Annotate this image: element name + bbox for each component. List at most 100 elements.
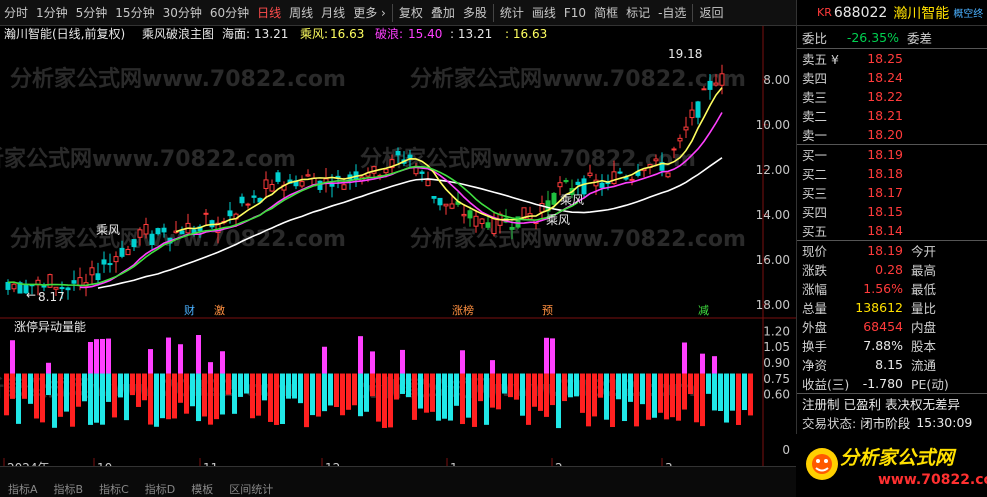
stat-row: 外盘 68454 内盘 — [797, 317, 987, 336]
volume-bar — [664, 373, 669, 420]
asks-row: 卖四 18.24 — [797, 68, 987, 87]
logo-text: 分析家公式网 — [840, 447, 957, 469]
toolbar-item-14[interactable]: 画线 — [528, 0, 560, 26]
toolbar-item-10[interactable]: 复权 — [395, 0, 427, 26]
candle-body — [203, 212, 209, 215]
toolbar-item-15[interactable]: F10 — [560, 0, 590, 26]
stat-row: 总量 138612 量比 — [797, 298, 987, 317]
y-tick-label: 12.00 — [756, 163, 790, 177]
volume-bar — [472, 373, 477, 427]
candle-body — [437, 197, 443, 206]
toolbar-item-8[interactable]: 月线 — [317, 0, 349, 26]
stock-name: 瀚川智能 — [893, 5, 950, 22]
toolbar-item-0[interactable]: 分时 — [0, 0, 32, 26]
ext-tag[interactable]: 概空终 — [949, 5, 983, 20]
volume-spike — [550, 338, 555, 374]
bids-price: 18.15 — [867, 204, 903, 219]
candle-body — [107, 263, 113, 266]
candle-body — [341, 184, 347, 190]
toolbar-item-3[interactable]: 15分钟 — [111, 0, 158, 26]
toolbar-item-13[interactable]: 统计 — [496, 0, 528, 26]
volume-bar — [700, 373, 705, 427]
volume-spike — [166, 337, 171, 374]
candle-body — [431, 196, 437, 199]
volume-bar — [196, 373, 201, 422]
toolbar-item-17[interactable]: 标记 — [622, 0, 654, 26]
asks-label: 卖五 ¥ — [802, 52, 839, 67]
bottom-tab-3[interactable]: 指标D — [137, 467, 183, 497]
stat-row: 换手 7.88% 股本 — [797, 336, 987, 355]
toolbar-item-2[interactable]: 5分钟 — [72, 0, 112, 26]
toolbar-item-19[interactable]: 返回 — [695, 0, 727, 26]
header-text: 破浪: — [375, 26, 403, 41]
asks-price: 18.24 — [867, 70, 903, 85]
stat-value: 8.15 — [875, 357, 903, 372]
volume-bar — [124, 373, 129, 421]
stat-label: 总量 — [802, 301, 828, 316]
candle-body — [713, 82, 719, 86]
candle-body — [131, 239, 137, 248]
asks-row: 卖一 18.20 — [797, 125, 987, 144]
chart-area[interactable]: 分析家公式网www.70822.com 分析家公式网www.70822.com 分析… — [0, 26, 796, 466]
toolbar-item-18[interactable]: -自选 — [654, 0, 690, 26]
candle-body — [695, 101, 701, 118]
asks-row: 卖三 18.22 — [797, 87, 987, 106]
candle-body — [575, 181, 581, 185]
volume-bar — [292, 373, 297, 399]
weibi-label: 委比 — [802, 30, 828, 46]
stat-value: 7.88% — [863, 338, 903, 353]
bottom-tab-1[interactable]: 指标B — [46, 467, 92, 497]
sub-y-tick-label: 1.05 — [763, 340, 790, 354]
bottom-tab-2[interactable]: 指标C — [91, 467, 137, 497]
ask-list: 卖五 ¥ 18.25 卖四 18.24 卖三 18.22 卖二 18.21 卖一 18.20 — [797, 49, 987, 144]
volume-bar — [274, 373, 279, 425]
toolbar-item-6[interactable]: 日线 — [253, 0, 285, 26]
bottom-tab-5[interactable]: 区间统计 — [221, 467, 281, 497]
bids-price: 18.19 — [867, 147, 903, 162]
header-text: : 16.63 — [505, 27, 547, 41]
stat-row: 涨幅 1.56% 最低 — [797, 279, 987, 298]
watermark: 分析家公式网www.70822.com — [0, 146, 296, 172]
toolbar-item-5[interactable]: 60分钟 — [206, 0, 253, 26]
stock-code: 688022 — [833, 4, 888, 21]
candle-body — [479, 218, 485, 224]
volume-bar — [382, 373, 387, 428]
volume-bar — [10, 373, 15, 399]
stat-label-2: 最高 — [911, 263, 937, 278]
y-tick-label: 10.00 — [756, 118, 790, 132]
header-text: 海面: — [222, 26, 250, 41]
asks-label: 卖一 — [802, 128, 828, 143]
volume-bar — [118, 373, 123, 398]
candle-body — [11, 283, 17, 290]
volume-bar — [268, 373, 273, 422]
toolbar-item-9[interactable]: 更多 › — [349, 0, 390, 26]
volume-spike — [682, 342, 687, 374]
chengfeng-label: 乘风 — [560, 193, 584, 207]
chengfeng-label: 乘风 — [546, 213, 570, 227]
header-text: 15.40 — [408, 27, 442, 41]
bids-row: 买二 18.18 — [797, 164, 987, 183]
candle-body — [449, 203, 455, 209]
chart-canvas[interactable]: 分析家公式网www.70822.com 分析家公式网www.70822.com 分析… — [0, 26, 796, 466]
bottom-tab-4[interactable]: 模板 — [183, 467, 221, 497]
volume-bar — [736, 373, 741, 425]
volume-bar — [586, 373, 591, 427]
toolbar-item-16[interactable]: 简框 — [590, 0, 622, 26]
bids-label: 买四 — [802, 205, 828, 220]
logo-icon: 分析家公式网 www.70822.com — [806, 447, 987, 488]
bottom-tab-0[interactable]: 指标A — [0, 467, 46, 497]
toolbar-item-7[interactable]: 周线 — [285, 0, 317, 26]
volume-bar — [532, 373, 537, 407]
volume-bar — [748, 373, 753, 416]
toolbar-item-11[interactable]: 叠加 — [427, 0, 459, 26]
stat-label: 现价 — [802, 244, 828, 259]
volume-bar — [670, 373, 675, 418]
stat-value: -1.780 — [862, 376, 903, 391]
toolbar-item-4[interactable]: 30分钟 — [159, 0, 206, 26]
toolbar-item-12[interactable]: 多股 — [459, 0, 491, 26]
candle-body — [551, 192, 557, 205]
toolbar-item-1[interactable]: 1分钟 — [32, 0, 72, 26]
volume-bar — [634, 373, 639, 427]
candle-body — [425, 179, 431, 187]
candle-body — [89, 267, 95, 276]
